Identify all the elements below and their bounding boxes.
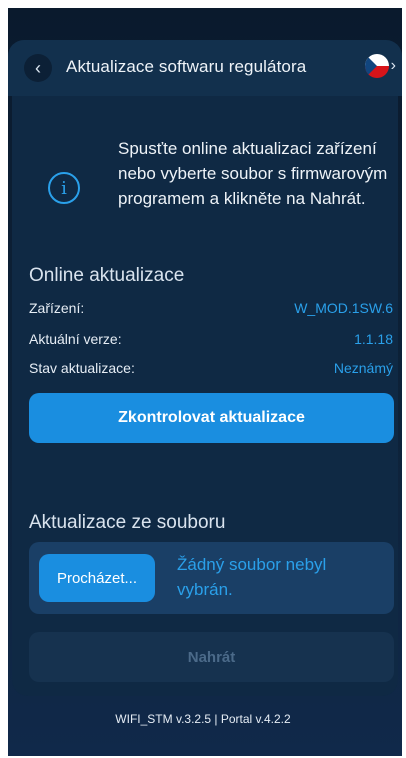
device-label: Zařízení: bbox=[29, 300, 85, 316]
device-row: Zařízení: W_MOD.1SW.6 bbox=[29, 300, 393, 316]
page-header: ‹ Aktualizace softwaru regulátora › bbox=[8, 40, 402, 96]
czech-flag-icon bbox=[364, 54, 389, 78]
update-status-value: Neznámý bbox=[333, 360, 393, 376]
info-message: Spusťte online aktualizaci zařízení nebo… bbox=[118, 139, 388, 208]
device-value: W_MOD.1SW.6 bbox=[294, 300, 393, 316]
check-updates-button[interactable]: Zkontrolovat aktualizace bbox=[29, 393, 394, 443]
file-status-text: Žádný soubor nebyl vybrán. bbox=[177, 555, 327, 599]
info-icon: i bbox=[48, 172, 80, 204]
file-update-title: Aktualizace ze souboru bbox=[29, 512, 226, 533]
page-title: Aktualizace softwaru regulátora bbox=[66, 57, 307, 76]
update-status-row: Stav aktualizace: Neznámý bbox=[29, 360, 393, 376]
version-footer: WIFI_STM v.3.2.5 | Portal v.4.2.2 bbox=[115, 712, 291, 726]
update-status-label: Stav aktualizace: bbox=[29, 360, 135, 376]
back-button[interactable]: ‹ bbox=[24, 54, 52, 82]
current-version-value: 1.1.18 bbox=[354, 331, 393, 347]
chevron-left-icon: ‹ bbox=[35, 58, 41, 78]
chevron-right-icon: › bbox=[390, 57, 396, 74]
current-version-label: Aktuální verze: bbox=[29, 331, 122, 347]
language-selector[interactable]: › bbox=[364, 54, 396, 78]
browse-button[interactable]: Procházet... bbox=[39, 554, 155, 602]
upload-button[interactable]: Nahrát bbox=[29, 632, 394, 682]
current-version-row: Aktuální verze: 1.1.18 bbox=[29, 331, 393, 347]
file-picker: Procházet... Žádný soubor nebyl vybrán. bbox=[29, 542, 394, 614]
online-update-title: Online aktualizace bbox=[29, 265, 185, 286]
